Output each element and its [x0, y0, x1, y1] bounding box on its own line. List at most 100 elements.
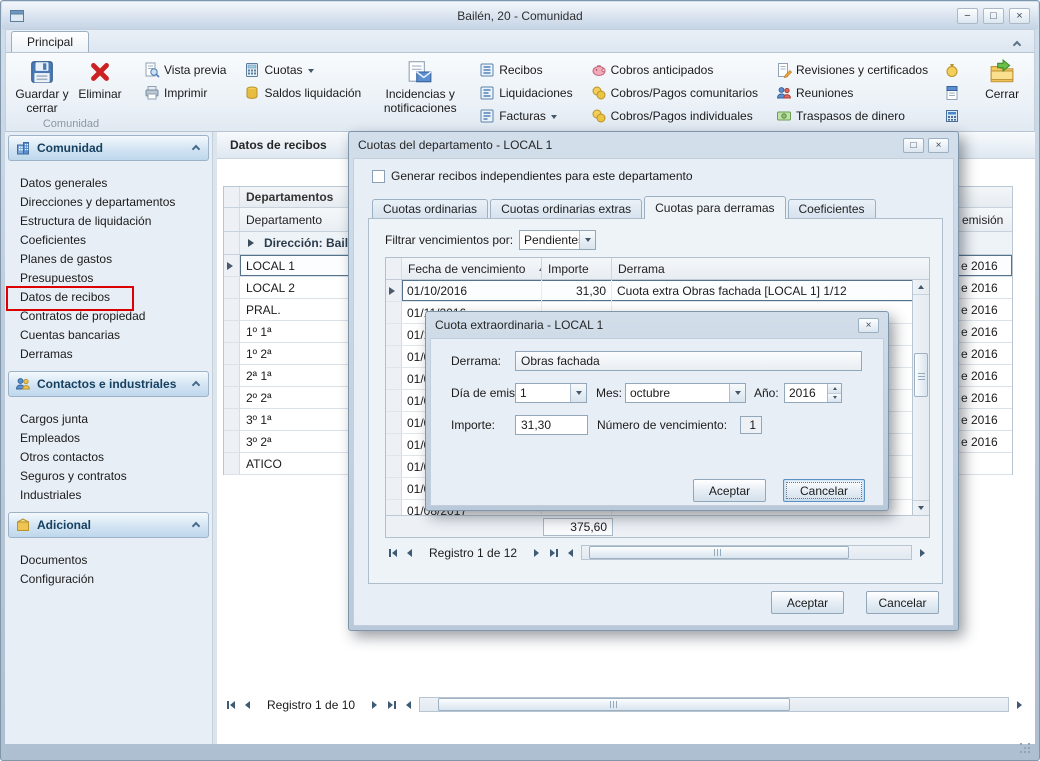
scroll-up-button[interactable]	[913, 280, 929, 295]
sidebar-item-presupuestos[interactable]: Presupuestos	[8, 268, 209, 287]
prev-record-button[interactable]	[402, 545, 417, 560]
first-record-button[interactable]	[385, 545, 400, 560]
last-record-button[interactable]	[384, 697, 399, 712]
dialog-titlebar[interactable]: Cuotas del departamento - LOCAL 1 □ ×	[349, 132, 958, 158]
ano-spinner[interactable]: 2016	[784, 383, 842, 403]
sidebar-item-datos-generales[interactable]: Datos generales	[8, 173, 209, 192]
reuniones-button[interactable]: Reuniones	[773, 84, 931, 102]
sidebar-item-datos-de-recibos[interactable]: Datos de recibos	[8, 287, 209, 306]
next-record-button[interactable]	[529, 545, 544, 560]
cobros-anticipados-button[interactable]: Cobros anticipados	[588, 61, 761, 79]
tab-cuotas-ordinarias[interactable]: Cuotas ordinarias	[372, 199, 488, 218]
dialog-titlebar[interactable]: Cuota extraordinaria - LOCAL 1 ×	[426, 312, 888, 338]
sidebar-group-comunidad[interactable]: Comunidad	[8, 135, 209, 161]
tab-cuotas-ordinarias-extras[interactable]: Cuotas ordinarias extras	[490, 199, 642, 218]
dia-emision-combobox[interactable]: 1	[515, 383, 587, 403]
sidebar-item-planes-de-gastos[interactable]: Planes de gastos	[8, 249, 209, 268]
dialog-close-button[interactable]: ×	[928, 138, 949, 153]
prev-record-button[interactable]	[240, 697, 255, 712]
eliminar-button[interactable]: Eliminar	[71, 56, 129, 118]
scrollbar-thumb[interactable]	[589, 546, 849, 559]
combo-dropdown-button[interactable]	[579, 231, 595, 249]
derrama-field[interactable]: Obras fachada	[515, 351, 862, 371]
incidencias-y-notificaciones-button[interactable]: Incidencias y notificaciones	[376, 56, 464, 118]
combo-dropdown-button[interactable]	[729, 384, 745, 402]
scroll-left-button[interactable]	[401, 697, 416, 712]
spin-down-button[interactable]	[828, 394, 841, 403]
column-header-emision-fragment[interactable]: emisión	[958, 208, 1012, 231]
scroll-right-button[interactable]	[915, 545, 930, 560]
column-header-derrama[interactable]: Derrama	[612, 258, 929, 279]
cuotas-button[interactable]: Cuotas	[241, 61, 364, 79]
sidebar-item-cargos-junta[interactable]: Cargos junta	[8, 409, 209, 428]
horizontal-scrollbar[interactable]	[581, 545, 912, 560]
sidebar-item-empleados[interactable]: Empleados	[8, 428, 209, 447]
scroll-right-button[interactable]	[1012, 697, 1027, 712]
combo-dropdown-button[interactable]	[570, 384, 586, 402]
sidebar-item-configuracion[interactable]: Configuración	[8, 569, 209, 588]
sidebar-item-direcciones-y-departamentos[interactable]: Direcciones y departamentos	[8, 192, 209, 211]
sidebar-item-estructura-de-liquidacion[interactable]: Estructura de liquidación	[8, 211, 209, 230]
cobros-pagos-comunitarios-button[interactable]: Cobros/Pagos comunitarios	[588, 84, 761, 102]
revisiones-y-certificados-button[interactable]: Revisiones y certificados	[773, 61, 931, 79]
sidebar-item-otros-contactos[interactable]: Otros contactos	[8, 447, 209, 466]
recibos-button[interactable]: Recibos	[476, 61, 575, 79]
checkbox-box[interactable]	[372, 170, 385, 183]
mes-combobox[interactable]: octubre	[625, 383, 746, 403]
minimize-button[interactable]: −	[957, 8, 978, 24]
vertical-scrollbar[interactable]	[912, 280, 929, 515]
column-header-importe[interactable]: Importe	[542, 258, 612, 279]
dialog-close-button[interactable]: ×	[858, 318, 879, 333]
last-record-button[interactable]	[546, 545, 561, 560]
filter-combobox[interactable]: Pendientes	[519, 230, 596, 250]
guardar-y-cerrar-button[interactable]: Guardar y cerrar	[13, 56, 71, 118]
button-label: Recibos	[499, 63, 542, 77]
checkbox-generar-recibos[interactable]: Generar recibos independientes para este…	[372, 169, 693, 183]
window-titlebar[interactable]: Bailén, 20 - Comunidad − □ ×	[2, 2, 1038, 29]
spin-up-button[interactable]	[828, 384, 841, 394]
next-record-button[interactable]	[367, 697, 382, 712]
scrollbar-thumb[interactable]	[438, 698, 791, 711]
tab-cuotas-para-derramas[interactable]: Cuotas para derramas	[644, 196, 785, 219]
dialog-maximize-button[interactable]: □	[903, 138, 924, 153]
vista-previa-button[interactable]: Vista previa	[141, 61, 229, 79]
imprimir-button[interactable]: Imprimir	[141, 84, 229, 102]
calcblue-button[interactable]	[943, 107, 961, 125]
ribbon-collapse-button[interactable]	[1008, 36, 1026, 50]
window-resize-grip[interactable]	[1020, 743, 1032, 755]
saldos-liquidacion-button[interactable]: Saldos liquidación	[241, 84, 364, 102]
scroll-left-button[interactable]	[563, 545, 578, 560]
aceptar-button[interactable]: Aceptar	[693, 479, 766, 502]
sidebar-group-contactos-e-industriales[interactable]: Contactos e industriales	[8, 371, 209, 397]
sidebar-group-adicional[interactable]: Adicional	[8, 512, 209, 538]
sidebar-item-industriales[interactable]: Industriales	[8, 485, 209, 504]
cancelar-button[interactable]: Cancelar	[866, 591, 939, 614]
traspasos-de-dinero-button[interactable]: Traspasos de dinero	[773, 107, 931, 125]
cobros-pagos-individuales-button[interactable]: Cobros/Pagos individuales	[588, 107, 761, 125]
tab-coeficientes[interactable]: Coeficientes	[788, 199, 876, 218]
column-header-fecha-vencimiento[interactable]: Fecha de vencimiento	[402, 258, 542, 279]
tab-principal[interactable]: Principal	[11, 31, 89, 52]
maximize-button[interactable]: □	[983, 8, 1004, 24]
cerrar-button[interactable]: Cerrar	[973, 56, 1031, 118]
aceptar-button[interactable]: Aceptar	[771, 591, 844, 614]
liquidaciones-button[interactable]: Liquidaciones	[476, 84, 575, 102]
first-record-button[interactable]	[223, 697, 238, 712]
sidebar-item-derramas[interactable]: Derramas	[8, 344, 209, 363]
docblue-button[interactable]	[943, 84, 961, 102]
importe-field[interactable]: 31,30	[515, 415, 588, 435]
scrollbar-thumb[interactable]	[914, 353, 928, 398]
vencimiento-row[interactable]: 01/10/201631,30Cuota extra Obras fachada…	[386, 280, 929, 302]
facturas-button[interactable]: Facturas	[476, 107, 575, 125]
sidebar-item-seguros-y-contratos[interactable]: Seguros y contratos	[8, 466, 209, 485]
group-expander-icon[interactable]	[248, 239, 258, 247]
moneybag-button[interactable]	[943, 61, 961, 79]
sidebar-item-cuentas-bancarias[interactable]: Cuentas bancarias	[8, 325, 209, 344]
horizontal-scrollbar[interactable]	[419, 697, 1009, 712]
sidebar-item-contratos-de-propiedad[interactable]: Contratos de propiedad	[8, 306, 209, 325]
close-button[interactable]: ×	[1009, 8, 1030, 24]
scroll-down-button[interactable]	[913, 500, 929, 515]
cancelar-button[interactable]: Cancelar	[783, 479, 865, 502]
sidebar-item-coeficientes[interactable]: Coeficientes	[8, 230, 209, 249]
sidebar-item-documentos[interactable]: Documentos	[8, 550, 209, 569]
